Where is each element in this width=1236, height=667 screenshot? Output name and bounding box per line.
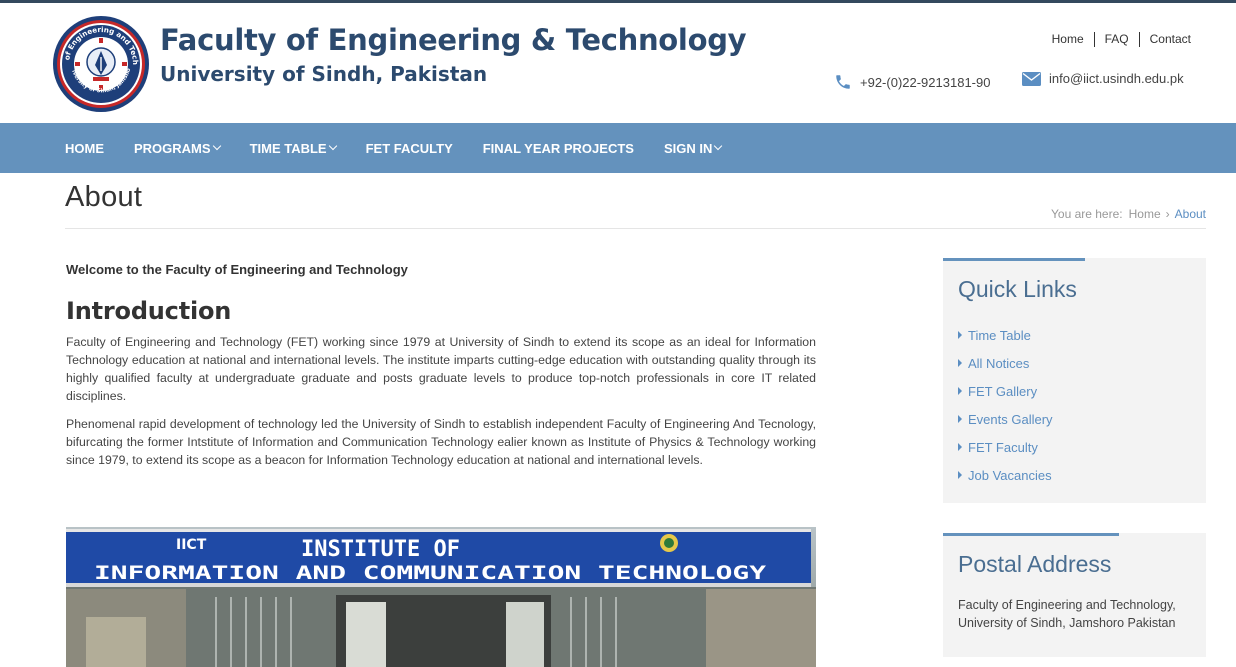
postal-line-1: Faculty of Engineering and Technology, — [958, 598, 1176, 612]
sign-line-2: INFORMATION AND COMMUNICATION TECHNOLOGY — [94, 562, 767, 584]
quick-link-all-notices[interactable]: All Notices — [958, 349, 1053, 377]
contact-phone: +92-(0)22-9213181-90 — [834, 73, 990, 91]
welcome-heading: Welcome to the Faculty of Engineering an… — [66, 262, 408, 277]
institute-building-photo: IICT INSTITUTE OF INFORMATION AND COMMUN… — [66, 527, 816, 667]
nav-item-sign-in[interactable]: SIGN IN — [664, 141, 723, 156]
postal-address-widget: Postal Address Faculty of Engineering an… — [943, 533, 1206, 657]
site-subtitle: University of Sindh, Pakistan — [160, 62, 488, 86]
quick-link-time-table[interactable]: Time Table — [958, 321, 1053, 349]
chevron-right-icon: › — [1165, 207, 1170, 221]
quick-link-fet-faculty[interactable]: FET Faculty — [958, 433, 1053, 461]
quick-link-events-gallery[interactable]: Events Gallery — [958, 405, 1053, 433]
quick-links-list: Time Table All Notices FET Gallery Event… — [958, 321, 1053, 489]
site-header: Faculty of Engineering and Technology Un… — [0, 3, 1236, 123]
postal-address-text: Faculty of Engineering and Technology, U… — [958, 596, 1176, 632]
top-link-contact[interactable]: Contact — [1138, 32, 1191, 47]
chevron-down-icon — [714, 141, 723, 151]
main-content: Welcome to the Faculty of Engineering an… — [66, 262, 816, 469]
quick-links-title: Quick Links — [958, 276, 1077, 302]
chevron-down-icon — [212, 141, 221, 151]
caret-right-icon — [958, 331, 962, 339]
phone-number: +92-(0)22-9213181-90 — [860, 74, 991, 90]
main-nav: HOME PROGRAMS TIME TABLE FET FACULTY FIN… — [0, 123, 1236, 173]
chevron-down-icon — [328, 141, 337, 151]
postal-address-title: Postal Address — [958, 551, 1112, 577]
top-links: Home FAQ Contact — [1042, 32, 1191, 47]
postal-line-2: University of Sindh, Jamshoro Pakistan — [958, 616, 1176, 630]
caret-right-icon — [958, 443, 962, 451]
introduction-heading: Introduction — [66, 297, 232, 325]
caret-right-icon — [958, 415, 962, 423]
contact-email: info@iict.usindh.edu.pk — [1022, 71, 1184, 86]
breadcrumb-current: About — [1174, 207, 1206, 221]
sign-badge-text: IICT — [176, 537, 207, 553]
breadcrumb-prefix: You are here: — [1051, 207, 1123, 221]
top-link-home[interactable]: Home — [1042, 32, 1094, 47]
caret-right-icon — [958, 359, 962, 367]
nav-item-fet-faculty[interactable]: FET FACULTY — [366, 141, 453, 156]
top-link-faq[interactable]: FAQ — [1093, 32, 1139, 47]
caret-right-icon — [958, 471, 962, 479]
site-title: Faculty of Engineering & Technology — [160, 23, 747, 57]
intro-paragraph-2: Phenomenal rapid development of technolo… — [66, 417, 816, 467]
page-title: About — [65, 181, 143, 213]
phone-icon — [836, 75, 850, 89]
sign-line-1: INSTITUTE OF — [301, 537, 460, 562]
quick-link-fet-gallery[interactable]: FET Gallery — [958, 377, 1053, 405]
email-address[interactable]: info@iict.usindh.edu.pk — [1049, 71, 1184, 86]
breadcrumb-home-link[interactable]: Home — [1129, 207, 1161, 221]
nav-item-final-year-projects[interactable]: FINAL YEAR PROJECTS — [483, 141, 634, 156]
nav-item-home[interactable]: HOME — [65, 141, 104, 156]
caret-right-icon — [958, 387, 962, 395]
intro-paragraph-1: Faculty of Engineering and Technology (F… — [66, 335, 816, 403]
quick-link-job-vacancies[interactable]: Job Vacancies — [958, 461, 1053, 489]
faculty-logo[interactable]: Faculty of Engineering and Technology Un… — [49, 8, 150, 113]
widget-accent-bar — [943, 258, 1085, 261]
widget-accent-bar — [943, 533, 1119, 536]
nav-item-time-table[interactable]: TIME TABLE — [250, 141, 337, 156]
title-divider — [65, 228, 1206, 229]
breadcrumb: You are here: Home › About — [1051, 207, 1206, 221]
nav-item-programs[interactable]: PROGRAMS — [134, 141, 221, 156]
quick-links-widget: Quick Links Time Table All Notices FET G… — [943, 258, 1206, 503]
envelope-icon — [1022, 71, 1041, 86]
